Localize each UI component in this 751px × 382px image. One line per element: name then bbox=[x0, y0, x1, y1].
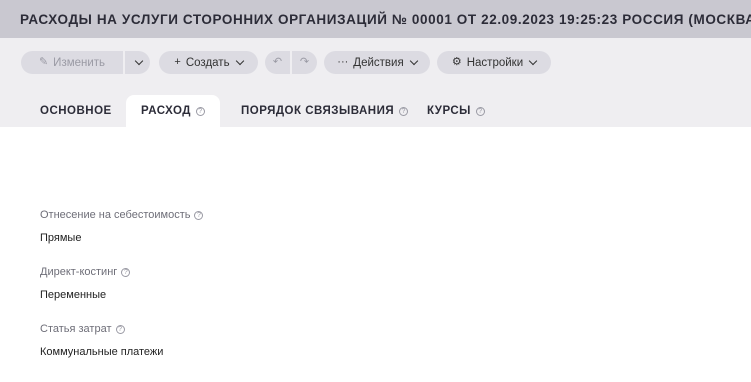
chevron-down-icon bbox=[409, 56, 418, 66]
tab-label: ПОРЯДОК СВЯЗЫВАНИЯ bbox=[241, 105, 395, 117]
create-button[interactable]: + Создать bbox=[159, 51, 258, 74]
help-icon[interactable]: ? bbox=[115, 324, 125, 334]
edit-button-label: Изменить bbox=[53, 56, 106, 69]
edit-button[interactable]: ✎ Изменить bbox=[21, 51, 123, 74]
field-label: Отнесение на себестоимость ? bbox=[40, 209, 204, 221]
redo-button[interactable]: ↷ bbox=[292, 51, 317, 74]
help-icon[interactable]: ? bbox=[195, 106, 205, 116]
gear-icon: ⚙ bbox=[451, 56, 462, 68]
help-icon[interactable]: ? bbox=[475, 106, 485, 116]
field-value[interactable]: Коммунальные платежи bbox=[40, 346, 163, 358]
page-title: РАСХОДЫ НА УСЛУГИ СТОРОННИХ ОРГАНИЗАЦИЙ … bbox=[20, 11, 751, 27]
field-value[interactable]: Прямые bbox=[40, 232, 203, 244]
title-bar: РАСХОДЫ НА УСЛУГИ СТОРОННИХ ОРГАНИЗАЦИЙ … bbox=[0, 0, 751, 38]
tab-linking-order[interactable]: ПОРЯДОК СВЯЗЫВАНИЯ ? bbox=[241, 95, 409, 127]
toolbar: ✎ Изменить + Создать ↶ ↷ ··· Действия ⚙ … bbox=[21, 51, 551, 74]
tab-expense[interactable]: РАСХОД ? bbox=[126, 95, 220, 127]
toolbar-zone: ✎ Изменить + Создать ↶ ↷ ··· Действия ⚙ … bbox=[0, 38, 751, 127]
chevron-down-icon bbox=[235, 56, 244, 66]
undo-button[interactable]: ↶ bbox=[265, 51, 290, 74]
pencil-icon: ✎ bbox=[38, 56, 49, 68]
help-icon[interactable]: ? bbox=[399, 106, 409, 116]
actions-button[interactable]: ··· Действия bbox=[324, 51, 430, 74]
help-icon[interactable]: ? bbox=[194, 210, 204, 220]
redo-icon: ↷ bbox=[299, 56, 310, 68]
tab-bar: ОСНОВНОЕ РАСХОД ? ПОРЯДОК СВЯЗЫВАНИЯ ? К… bbox=[0, 95, 751, 127]
field-label: Директ-костинг ? bbox=[40, 266, 131, 278]
actions-button-label: Действия bbox=[353, 56, 404, 69]
chevron-down-icon bbox=[528, 56, 538, 66]
edit-dropdown-button[interactable] bbox=[125, 51, 150, 74]
settings-button-label: Настройки bbox=[466, 56, 524, 69]
field-label-text: Отнесение на себестоимость bbox=[40, 209, 191, 221]
tab-label: РАСХОД bbox=[141, 105, 191, 117]
field-label-text: Директ-костинг bbox=[40, 266, 118, 278]
field-label: Статья затрат ? bbox=[40, 323, 163, 335]
field-cost-allocation: Отнесение на себестоимость ? Прямые bbox=[40, 209, 204, 244]
plus-icon: + bbox=[174, 56, 181, 68]
field-label-text: Статья затрат bbox=[40, 323, 112, 335]
tab-label: ОСНОВНОЕ bbox=[40, 105, 112, 117]
chevron-down-icon bbox=[134, 56, 143, 66]
tab-main[interactable]: ОСНОВНОЕ bbox=[40, 95, 112, 127]
field-value[interactable]: Переменные bbox=[40, 289, 130, 301]
tab-label: КУРСЫ bbox=[427, 105, 471, 117]
field-direct-costing: Директ-костинг ? Переменные bbox=[40, 266, 131, 301]
settings-button[interactable]: ⚙ Настройки bbox=[437, 51, 551, 74]
create-button-label: Создать bbox=[185, 56, 230, 69]
tab-rates[interactable]: КУРСЫ ? bbox=[427, 95, 485, 127]
undo-redo-group: ↶ ↷ bbox=[265, 51, 317, 74]
edit-split-button: ✎ Изменить bbox=[21, 51, 150, 74]
ellipsis-icon: ··· bbox=[337, 56, 349, 68]
help-icon[interactable]: ? bbox=[121, 267, 131, 277]
undo-icon: ↶ bbox=[272, 56, 283, 68]
field-cost-item: Статья затрат ? Коммунальные платежи bbox=[40, 323, 163, 358]
